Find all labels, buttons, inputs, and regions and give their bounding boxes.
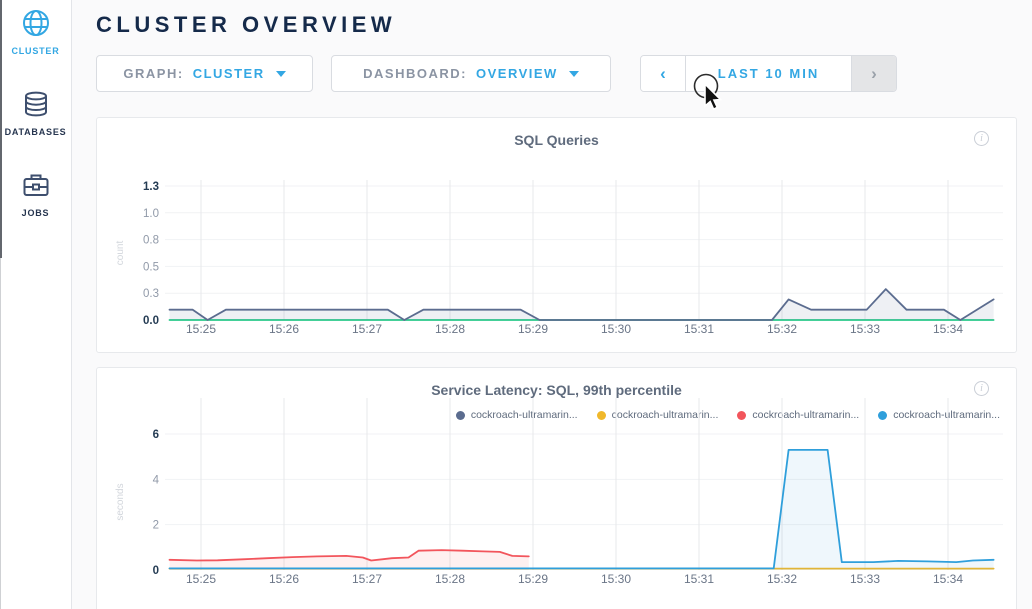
y-tick-label: 0.8 <box>143 235 159 247</box>
x-tick-label: 15:26 <box>269 322 299 336</box>
x-tick-label: 15:26 <box>269 572 299 586</box>
service-latency-chart[interactable]: 0 2 4 6 15:25 15:26 15:27 15:28 15:29 15:30 15:31 1… <box>97 368 1016 608</box>
x-tick-label: 15:30 <box>601 572 631 586</box>
y-tick-label: 1.3 <box>143 181 159 193</box>
sidebar-item-jobs[interactable]: JOBS <box>0 170 72 218</box>
x-tick-label: 15:28 <box>435 322 465 336</box>
databases-icon <box>21 89 51 119</box>
x-tick-label: 15:28 <box>435 572 465 586</box>
x-tick-label: 15:27 <box>352 572 382 586</box>
briefcase-icon <box>21 170 51 200</box>
y-axis-unit-label: seconds <box>115 483 126 520</box>
main-content: CLUSTER OVERVIEW GRAPH: CLUSTER DASHBOAR… <box>72 0 1032 609</box>
x-tick-label: 15:29 <box>518 572 548 586</box>
x-tick-label: 15:30 <box>601 322 631 336</box>
time-window-prev-button[interactable]: ‹ <box>641 56 686 91</box>
x-tick-label: 15:32 <box>767 572 797 586</box>
sidebar-item-databases[interactable]: DATABASES <box>0 89 72 137</box>
y-tick-label: 1.0 <box>143 208 159 220</box>
time-window-next-button[interactable]: › <box>851 56 896 91</box>
controls-row: GRAPH: CLUSTER DASHBOARD: OVERVIEW ‹ LAS… <box>96 55 1032 92</box>
sidebar-item-label: JOBS <box>22 208 50 218</box>
chevron-down-icon <box>276 71 286 77</box>
time-window-selector: ‹ LAST 10 MIN › <box>640 55 897 92</box>
series-area-queries <box>170 289 994 320</box>
dashboard-dropdown[interactable]: DASHBOARD: OVERVIEW <box>331 55 611 92</box>
y-tick-label: 0.5 <box>143 261 159 273</box>
window-left-edge-lower <box>0 258 1 609</box>
time-window-current[interactable]: LAST 10 MIN <box>686 56 851 91</box>
y-tick-label: 0 <box>153 565 159 577</box>
sidebar: CLUSTER DATABASES JOBS <box>0 0 72 609</box>
x-tick-label: 15:34 <box>933 322 963 336</box>
sidebar-item-label: DATABASES <box>5 127 67 137</box>
series-line-node-blue <box>170 450 994 569</box>
y-tick-label: 0.0 <box>143 315 159 327</box>
y-tick-label: 4 <box>153 474 160 486</box>
graph-dropdown-label: GRAPH: <box>123 66 183 81</box>
y-axis-unit-label: count <box>115 241 126 266</box>
dashboard-dropdown-label: DASHBOARD: <box>363 66 467 81</box>
sql-queries-panel: SQL Queries i 0.00.30.50.81.01.315:2515:… <box>96 117 1017 353</box>
page-title: CLUSTER OVERVIEW <box>96 12 1032 38</box>
x-tick-label: 15:27 <box>352 322 382 336</box>
x-tick-label: 15:31 <box>684 572 714 586</box>
sidebar-item-cluster[interactable]: CLUSTER <box>0 8 72 56</box>
x-tick-label: 15:25 <box>186 322 216 336</box>
sql-queries-chart[interactable]: 0.0 0.3 0.5 0.8 1.0 1.3 15:25 15:26 15:27 15:28 15… <box>97 118 1016 352</box>
y-tick-label: 6 <box>153 429 159 441</box>
window-left-edge <box>0 0 2 258</box>
dashboard-dropdown-value: OVERVIEW <box>476 66 558 81</box>
x-tick-label: 15:31 <box>684 322 714 336</box>
x-tick-label: 15:29 <box>518 322 548 336</box>
x-tick-label: 15:34 <box>933 572 963 586</box>
x-tick-label: 15:25 <box>186 572 216 586</box>
service-latency-panel: Service Latency: SQL, 99th percentile i … <box>96 367 1017 609</box>
x-tick-label: 15:33 <box>850 572 880 586</box>
globe-icon <box>21 8 51 38</box>
sidebar-item-label: CLUSTER <box>11 46 59 56</box>
series-area-node-blue <box>170 450 994 570</box>
y-tick-label: 0.3 <box>143 288 159 300</box>
x-tick-label: 15:32 <box>767 322 797 336</box>
graph-dropdown-value: CLUSTER <box>193 66 265 81</box>
graph-dropdown[interactable]: GRAPH: CLUSTER <box>96 55 313 92</box>
x-tick-label: 15:33 <box>850 322 880 336</box>
y-tick-label: 2 <box>153 520 159 532</box>
chevron-down-icon <box>569 71 579 77</box>
